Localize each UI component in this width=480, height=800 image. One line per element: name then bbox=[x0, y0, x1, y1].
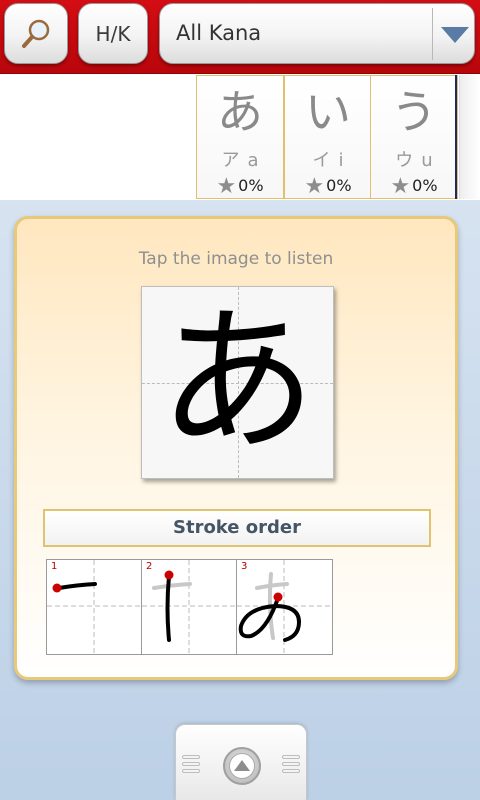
chevron-down-icon bbox=[441, 27, 469, 43]
kana-strip: あ アa ★ 0% い イi ★ 0% う ウu ★ 0% bbox=[0, 74, 480, 200]
stroke-order-sequence: 1 2 3 bbox=[46, 559, 333, 655]
stroke-step: 3 bbox=[237, 560, 332, 654]
kana-card-progress-value: 0% bbox=[326, 176, 352, 195]
search-button[interactable] bbox=[4, 3, 68, 64]
kana-card-progress: ★ 0% bbox=[371, 174, 457, 199]
kana-card-katakana-romaji: ウu bbox=[371, 146, 457, 172]
top-toolbar: H/K All Kana bbox=[0, 0, 480, 74]
up-arrow-icon bbox=[229, 753, 255, 779]
kana-card-progress-value: 0% bbox=[238, 176, 264, 195]
kana-set-select[interactable]: All Kana bbox=[159, 3, 475, 64]
bottom-drawer-handle[interactable] bbox=[175, 724, 307, 800]
hiragana-katakana-toggle-button[interactable]: H/K bbox=[78, 3, 148, 64]
kana-card-u[interactable]: う ウu ★ 0% bbox=[370, 75, 458, 199]
stroke-step: 2 bbox=[142, 560, 237, 654]
kana-card-a[interactable]: あ アa ★ 0% bbox=[196, 75, 284, 199]
select-divider bbox=[432, 8, 433, 60]
expand-up-button[interactable] bbox=[223, 747, 261, 785]
stroke-order-title: Stroke order bbox=[43, 509, 431, 547]
kana-card-progress: ★ 0% bbox=[197, 174, 283, 199]
star-icon: ★ bbox=[390, 174, 411, 199]
stroke-step: 1 bbox=[47, 560, 142, 654]
character-image[interactable]: あ bbox=[141, 286, 334, 479]
grip-lines-icon bbox=[182, 755, 200, 776]
kana-card-romaji: u bbox=[421, 150, 433, 171]
kana-card-romaji: i bbox=[338, 150, 344, 171]
kana-card-i[interactable]: い イi ★ 0% bbox=[284, 75, 372, 199]
strip-scroll-edge bbox=[455, 75, 457, 199]
kana-card-progress-value: 0% bbox=[412, 176, 438, 195]
star-icon: ★ bbox=[216, 174, 237, 199]
kana-card-katakana: ウ bbox=[395, 150, 414, 171]
kana-card-katakana-romaji: イi bbox=[285, 146, 371, 172]
kana-card-progress: ★ 0% bbox=[285, 174, 371, 199]
magnifier-icon bbox=[22, 19, 50, 48]
large-character: あ bbox=[158, 290, 317, 474]
kana-card-hiragana: あ bbox=[217, 85, 263, 139]
kana-card-katakana-romaji: アa bbox=[197, 146, 283, 172]
kana-card-katakana: ア bbox=[221, 150, 240, 171]
tap-to-listen-hint: Tap the image to listen bbox=[138, 249, 334, 269]
kana-card-hiragana: い bbox=[305, 85, 351, 139]
kana-card-romaji: a bbox=[247, 150, 259, 171]
grip-lines-icon bbox=[282, 755, 300, 776]
next-kana-card-peek[interactable] bbox=[459, 75, 480, 199]
kana-detail-panel: Tap the image to listen あ Stroke order 1… bbox=[14, 216, 458, 680]
kana-set-selected-value: All Kana bbox=[176, 21, 262, 45]
hk-label: H/K bbox=[95, 21, 131, 46]
kana-card-hiragana: う bbox=[391, 85, 437, 139]
star-icon: ★ bbox=[304, 174, 325, 199]
kana-card-katakana: イ bbox=[312, 150, 331, 171]
